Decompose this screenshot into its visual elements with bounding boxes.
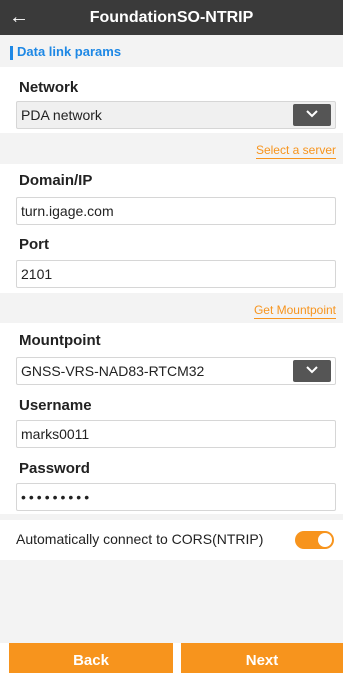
- mountpoint-value: GNSS-VRS-NAD83-RTCM32: [21, 363, 205, 379]
- password-value: •••••••••: [21, 489, 93, 505]
- select-server-link[interactable]: Select a server: [255, 143, 336, 159]
- next-button[interactable]: Next: [181, 643, 343, 673]
- page-title: FoundationSO-NTRIP: [89, 9, 254, 26]
- network-select[interactable]: PDA network: [16, 101, 336, 129]
- section-accent-bar: [10, 46, 13, 60]
- auto-connect-row: Automatically connect to CORS(NTRIP): [0, 520, 343, 560]
- mountpoint-select[interactable]: GNSS-VRS-NAD83-RTCM32: [16, 357, 336, 385]
- network-dropdown-button[interactable]: [293, 104, 331, 126]
- mountpoint-dropdown-button[interactable]: [293, 360, 331, 382]
- username-label: Username: [19, 397, 92, 414]
- domain-input[interactable]: turn.igage.com: [16, 197, 336, 225]
- get-mountpoint-link[interactable]: Get Mountpoint: [253, 303, 336, 319]
- auto-connect-label: Automatically connect to CORS(NTRIP): [16, 531, 264, 547]
- port-value: 2101: [21, 266, 53, 282]
- back-button[interactable]: Back: [9, 643, 173, 673]
- network-label: Network: [19, 79, 79, 96]
- password-input[interactable]: •••••••••: [16, 483, 336, 511]
- app-header: ← FoundationSO-NTRIP: [0, 0, 343, 35]
- chevron-down-icon: [306, 110, 318, 118]
- mountpoint-label: Mountpoint: [19, 332, 101, 349]
- select-server-band: Select a server: [0, 133, 343, 164]
- network-value: PDA network: [21, 107, 102, 123]
- username-input[interactable]: marks0011: [16, 420, 336, 448]
- password-label: Password: [19, 460, 90, 477]
- auto-connect-toggle[interactable]: [295, 531, 334, 549]
- port-input[interactable]: 2101: [16, 260, 336, 288]
- section-header: Data link params: [0, 35, 343, 67]
- chevron-down-icon: [306, 366, 318, 374]
- domain-value: turn.igage.com: [21, 203, 114, 219]
- empty-area: [0, 560, 343, 643]
- username-value: marks0011: [21, 426, 90, 442]
- toggle-knob: [318, 533, 332, 547]
- section-title: Data link params: [17, 44, 122, 59]
- get-mountpoint-band: Get Mountpoint: [0, 293, 343, 323]
- domain-label: Domain/IP: [19, 172, 93, 189]
- port-label: Port: [19, 236, 49, 253]
